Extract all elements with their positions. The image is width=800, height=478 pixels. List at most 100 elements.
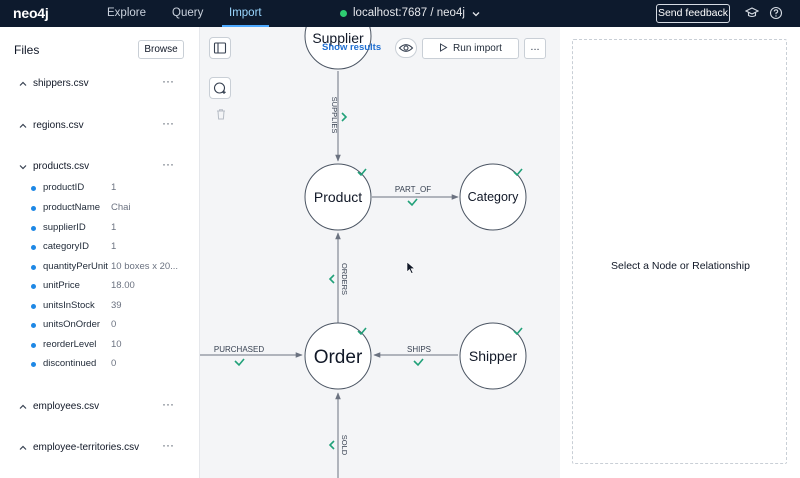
property-value: 0 <box>111 358 117 369</box>
relationship-label: SHIPS <box>407 345 431 354</box>
file-name: regions.csv <box>33 120 84 131</box>
check-icon <box>413 358 424 367</box>
property-name: productID <box>43 182 85 193</box>
file-item-employee-territories[interactable]: employee-territories.csv ··· <box>0 438 200 457</box>
property-row: categoryID 1 <box>0 241 200 255</box>
eye-icon <box>398 44 414 52</box>
property-value: 18.00 <box>111 280 135 291</box>
file-name: employee-territories.csv <box>33 442 140 453</box>
property-row: unitsInStock 39 <box>0 300 200 314</box>
tab-query[interactable]: Query <box>172 0 203 27</box>
delete-button[interactable] <box>213 106 229 122</box>
file-menu-button[interactable]: ··· <box>162 157 174 171</box>
more-options-button[interactable]: ... <box>524 38 546 59</box>
check-icon <box>341 112 348 122</box>
files-panel: Files Browse shippers.csv ··· regions.cs… <box>0 27 200 478</box>
add-node-button[interactable] <box>209 77 231 99</box>
property-dot-icon <box>31 304 36 309</box>
chevron-down-icon <box>472 11 480 16</box>
details-placeholder-text: Select a Node or Relationship <box>611 260 750 272</box>
node-category[interactable]: Category <box>459 163 527 231</box>
property-name: reorderLevel <box>43 339 97 350</box>
property-value: Chai <box>111 202 131 213</box>
relationship-label: PART_OF <box>395 185 431 194</box>
add-node-icon <box>213 82 226 94</box>
property-dot-icon <box>31 362 36 367</box>
property-dot-icon <box>31 265 36 270</box>
graph-model: SUPPLIES PART_OF ORDERS PURCHASED SHIPS … <box>200 27 527 478</box>
tab-import[interactable]: Import <box>222 0 269 27</box>
chevron-up-icon[interactable] <box>18 79 28 89</box>
relationship-label: SOLD <box>340 435 349 456</box>
property-name: discontinued <box>43 358 97 369</box>
property-row: unitsOnOrder 0 <box>0 319 200 333</box>
property-dot-icon <box>31 206 36 211</box>
property-name: unitsInStock <box>43 300 95 311</box>
property-name: supplierID <box>43 222 86 233</box>
property-value: 10 <box>111 339 122 350</box>
check-icon <box>328 274 335 284</box>
connection-selector[interactable]: localhost:7687 / neo4j <box>340 0 481 27</box>
file-menu-button[interactable]: ··· <box>162 397 174 411</box>
show-results-link[interactable]: Show results <box>322 42 381 53</box>
property-name: unitPrice <box>43 280 80 291</box>
run-import-label: Run import <box>453 43 502 54</box>
files-title: Files <box>14 43 40 57</box>
check-icon <box>328 440 335 450</box>
file-menu-button[interactable]: ··· <box>162 438 174 452</box>
property-dot-icon <box>31 245 36 250</box>
property-row: supplierID 1 <box>0 222 200 236</box>
property-name: categoryID <box>43 241 89 252</box>
relationship-label: SUPPLIES <box>330 97 339 134</box>
preview-button[interactable] <box>395 38 417 58</box>
browse-button[interactable]: Browse <box>138 40 184 59</box>
property-value: 1 <box>111 222 117 233</box>
node-label: Product <box>314 189 362 205</box>
run-import-button[interactable]: Run import <box>422 38 519 59</box>
file-item-employees[interactable]: employees.csv ··· <box>0 397 200 416</box>
chevron-up-icon[interactable] <box>18 121 28 131</box>
property-dot-icon <box>31 226 36 231</box>
node-order[interactable]: Order <box>304 322 372 390</box>
model-canvas[interactable]: SUPPLIES PART_OF ORDERS PURCHASED SHIPS … <box>200 27 560 478</box>
send-feedback-button[interactable]: Send feedback <box>656 4 730 23</box>
property-value: 0 <box>111 319 117 330</box>
node-product[interactable]: Product <box>304 163 372 231</box>
top-nav-bar: neo4j Explore Query Import localhost:768… <box>0 0 800 27</box>
property-dot-icon <box>31 186 36 191</box>
neo4j-logo[interactable]: neo4j <box>13 5 49 21</box>
toggle-panel-button[interactable] <box>209 37 231 59</box>
graduation-cap-icon[interactable] <box>745 6 759 20</box>
property-row: reorderLevel 10 <box>0 339 200 353</box>
file-name: shippers.csv <box>33 78 89 89</box>
property-value: 1 <box>111 241 117 252</box>
property-row: discontinued 0 <box>0 358 200 372</box>
help-icon[interactable] <box>769 6 783 20</box>
chevron-up-icon[interactable] <box>18 402 28 412</box>
file-name: products.csv <box>33 161 90 172</box>
property-name: productName <box>43 202 101 213</box>
property-row: productName Chai <box>0 202 200 216</box>
property-row: productID 1 <box>0 182 200 196</box>
tab-explore[interactable]: Explore <box>107 0 146 27</box>
play-icon <box>440 43 448 52</box>
property-dot-icon <box>31 284 36 289</box>
details-panel: Select a Node or Relationship <box>560 27 800 478</box>
trash-icon <box>217 109 225 120</box>
property-row: unitPrice 18.00 <box>0 280 200 294</box>
node-shipper[interactable]: Shipper <box>459 322 527 390</box>
file-item-regions[interactable]: regions.csv ··· <box>0 116 200 135</box>
relationship-label: PURCHASED <box>214 345 264 354</box>
node-label: Order <box>314 347 363 368</box>
file-menu-button[interactable]: ··· <box>162 116 174 130</box>
connection-label: localhost:7687 / neo4j <box>353 7 465 19</box>
file-item-products[interactable]: products.csv ··· <box>0 157 200 176</box>
file-name: employees.csv <box>33 401 100 412</box>
connection-status-icon <box>340 10 347 17</box>
sidebar-toggle-icon <box>213 42 227 54</box>
file-item-shippers[interactable]: shippers.csv ··· <box>0 74 200 93</box>
chevron-down-icon[interactable] <box>18 162 28 172</box>
file-menu-button[interactable]: ··· <box>162 74 174 88</box>
chevron-up-icon[interactable] <box>18 443 28 453</box>
property-name: unitsOnOrder <box>43 319 101 330</box>
